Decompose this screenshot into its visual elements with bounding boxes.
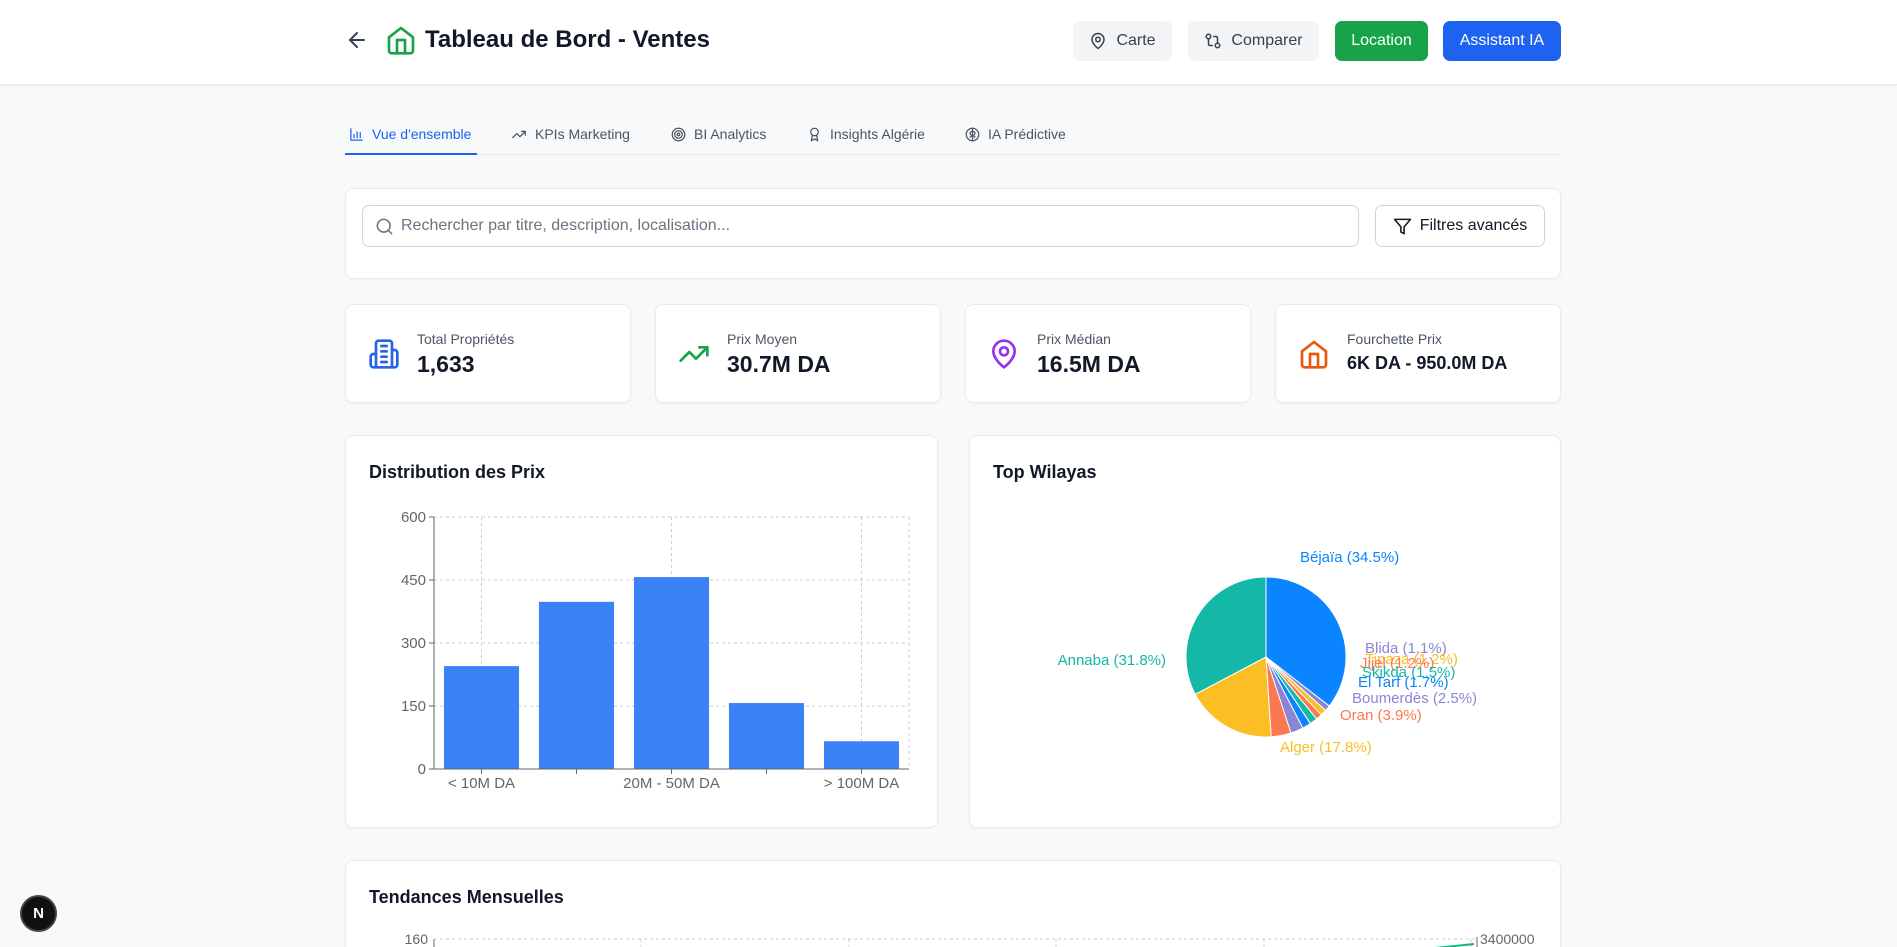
x-tick-label: > 100M DA	[824, 775, 899, 792]
map-pin-icon	[992, 339, 1016, 369]
pie-slice-label: Béjaïa (34.5%)	[1300, 549, 1399, 566]
kpi-value: 16.5M DA	[1037, 351, 1141, 377]
assistant-ia-button-label: Assistant IA	[1459, 32, 1545, 49]
page-title: Tableau de Bord - Ventes	[425, 26, 710, 53]
bar	[633, 577, 710, 769]
filter-icon	[1393, 218, 1411, 234]
tab-label: Vue d'ensemble	[372, 126, 472, 142]
git-compare-icon	[1205, 33, 1221, 49]
pie-slice-label: Oran (3.9%)	[1340, 707, 1422, 724]
tab-label: KPIs Marketing	[535, 126, 630, 142]
top-wilayas-chart: Béjaïa (34.5%)Blida (1.1%)Tipaza (1.2%)J…	[1058, 549, 1477, 756]
top-wilayas-card: Top Wilayas Béjaïa (34.5%) Blida (1.1%) Ti…	[969, 435, 1561, 828]
target-icon	[671, 127, 686, 142]
tab-label: IA Prédictive	[988, 126, 1066, 142]
trending-up-icon	[679, 346, 709, 362]
monthly-trends-card: Tendances Mensuelles 160 3400000	[345, 860, 1561, 947]
location-button-label: Location	[1351, 32, 1412, 49]
map-pin-icon	[1091, 32, 1106, 50]
pie-slice-label: Alger (17.8%)	[1280, 739, 1372, 756]
location-button[interactable]: Location	[1335, 21, 1428, 61]
bar-chart-icon	[350, 128, 363, 141]
price-distribution-chart: 0 150 300 450 600 < 10M DA 20M - 50M DA > 100M …	[401, 509, 910, 792]
kpi-value: 30.7M DA	[727, 351, 831, 377]
building-icon	[369, 339, 399, 369]
x-tick-label: < 10M DA	[448, 775, 515, 792]
tab-insights-algerie[interactable]: Insights Algérie	[807, 120, 925, 155]
y-tick-label: 300	[401, 635, 426, 652]
kpi-card-total: Total Propriétés 1,633	[345, 304, 631, 403]
pie-slice-label: El Tarf (1.7%)	[1358, 674, 1449, 691]
kpi-label: Prix Médian	[1037, 331, 1111, 347]
tab-label: Insights Algérie	[830, 126, 925, 142]
home-icon	[387, 26, 415, 55]
award-icon	[810, 127, 819, 142]
map-button-label: Carte	[1116, 32, 1156, 49]
kpi-card-median-price: Prix Médian 16.5M DA	[965, 304, 1251, 403]
kpi-label: Total Propriétés	[417, 331, 515, 347]
kpi-label: Fourchette Prix	[1347, 331, 1442, 347]
search-field[interactable]	[362, 205, 1359, 247]
x-tick-label: 20M - 50M DA	[623, 775, 720, 792]
y-tick-label: 160	[405, 931, 429, 947]
kpi-card-price-range: Fourchette Prix 6K DA - 950.0M DA	[1275, 304, 1561, 403]
advanced-filters-button[interactable]: Filtres avancés	[1375, 205, 1545, 247]
fab-label: N	[33, 905, 44, 922]
tab-label: BI Analytics	[694, 126, 767, 142]
search-icon	[376, 218, 393, 235]
y-tick-label: 150	[401, 698, 426, 715]
bar	[728, 703, 805, 769]
y-tick-label: 450	[401, 572, 426, 589]
compare-button[interactable]: Comparer	[1188, 21, 1319, 61]
compare-button-label: Comparer	[1231, 32, 1303, 49]
bar	[443, 666, 520, 769]
y-tick-label: 0	[418, 761, 426, 778]
tab-bi-analytics[interactable]: BI Analytics	[671, 120, 766, 155]
tab-ia-predictive[interactable]: IA Prédictive	[965, 120, 1066, 155]
search-card: Filtres avancés	[345, 188, 1561, 279]
pie-slice-label: Boumerdès (2.5%)	[1352, 690, 1477, 707]
kpi-label: Prix Moyen	[727, 331, 798, 347]
right-axis-label: 3400000	[1480, 931, 1535, 947]
trending-up-icon	[512, 130, 526, 139]
bar	[823, 741, 900, 769]
tab-kpis-marketing[interactable]: KPIs Marketing	[511, 120, 630, 155]
map-button[interactable]: Carte	[1073, 21, 1172, 61]
bar	[538, 601, 615, 769]
kpi-card-avg-price: Prix Moyen 30.7M DA	[655, 304, 941, 403]
kpi-value: 6K DA - 950.0M DA	[1347, 353, 1508, 373]
home-icon	[1300, 340, 1328, 369]
filter-button-label: Filtres avancés	[1419, 217, 1528, 234]
kpi-value: 1,633	[417, 351, 475, 377]
monthly-trends-chart: 160 3400000	[405, 931, 1535, 947]
next-dev-indicator-button[interactable]: N	[20, 895, 57, 932]
top-bar: Tableau de Bord - Ventes Carte Comparer …	[0, 0, 1897, 85]
assistant-ia-button[interactable]: Assistant IA	[1443, 21, 1561, 61]
tab-bar: Vue d'ensemble KPIs Marketing BI Analyti…	[345, 120, 1561, 155]
y-tick-label: 600	[401, 509, 426, 526]
tab-vue-ensemble[interactable]: Vue d'ensemble	[345, 120, 477, 155]
price-distribution-card: Distribution des Prix 0 150 300 450 600 < 10M…	[345, 435, 938, 828]
brain-icon	[965, 127, 980, 142]
pie-slice-label: Annaba (31.8%)	[1058, 652, 1166, 669]
search-input[interactable]	[401, 206, 1351, 246]
arrow-left-icon[interactable]	[345, 28, 369, 52]
